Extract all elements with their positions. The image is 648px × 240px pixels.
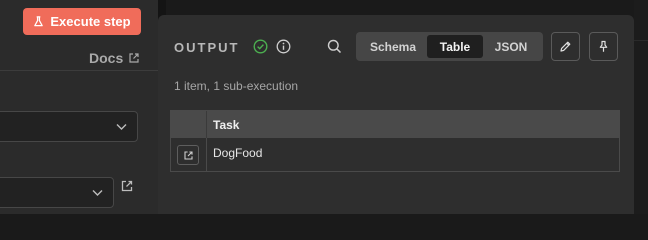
canvas-edge	[634, 0, 648, 214]
output-panel: OUTPUT Schema Table JSON 1 item, 1 sub-e…	[158, 15, 634, 214]
chevron-down-icon	[92, 189, 103, 196]
flask-icon	[34, 16, 44, 27]
external-link-icon	[183, 150, 193, 160]
canvas-line	[634, 40, 648, 41]
docs-link[interactable]: Docs	[89, 50, 139, 66]
pin-icon	[599, 40, 608, 52]
column-separator	[206, 111, 207, 138]
tab-json[interactable]: JSON	[483, 35, 539, 58]
table-cell-task: DogFood	[213, 146, 263, 160]
tab-schema[interactable]: Schema	[359, 35, 427, 58]
external-link-icon[interactable]	[121, 180, 133, 192]
pencil-icon	[560, 41, 571, 52]
parameter-select-2[interactable]	[0, 177, 114, 208]
column-header-task: Task	[213, 118, 240, 132]
table-row: DogFood	[171, 138, 619, 171]
output-table: Task DogFood	[170, 110, 620, 172]
parameters-panel: Execute step Docs	[0, 0, 158, 214]
pin-data-button[interactable]	[589, 32, 618, 61]
tab-table[interactable]: Table	[427, 35, 483, 58]
divider	[0, 70, 158, 71]
execute-step-button[interactable]: Execute step	[23, 8, 141, 35]
open-sub-execution-button[interactable]	[177, 145, 199, 165]
execute-step-label: Execute step	[50, 14, 131, 29]
check-circle-icon	[253, 39, 268, 54]
info-icon[interactable]	[276, 39, 291, 54]
docs-label: Docs	[89, 50, 124, 66]
view-mode-switch: Schema Table JSON	[356, 32, 543, 61]
output-summary: 1 item, 1 sub-execution	[174, 79, 299, 93]
column-separator	[206, 138, 207, 171]
search-icon[interactable]	[327, 39, 342, 54]
chevron-down-icon	[116, 123, 127, 130]
edit-output-button[interactable]	[551, 32, 580, 61]
output-title: OUTPUT	[174, 40, 240, 55]
table-header-row: Task	[171, 111, 619, 138]
parameter-select-1[interactable]	[0, 111, 138, 142]
external-link-icon	[129, 53, 139, 63]
